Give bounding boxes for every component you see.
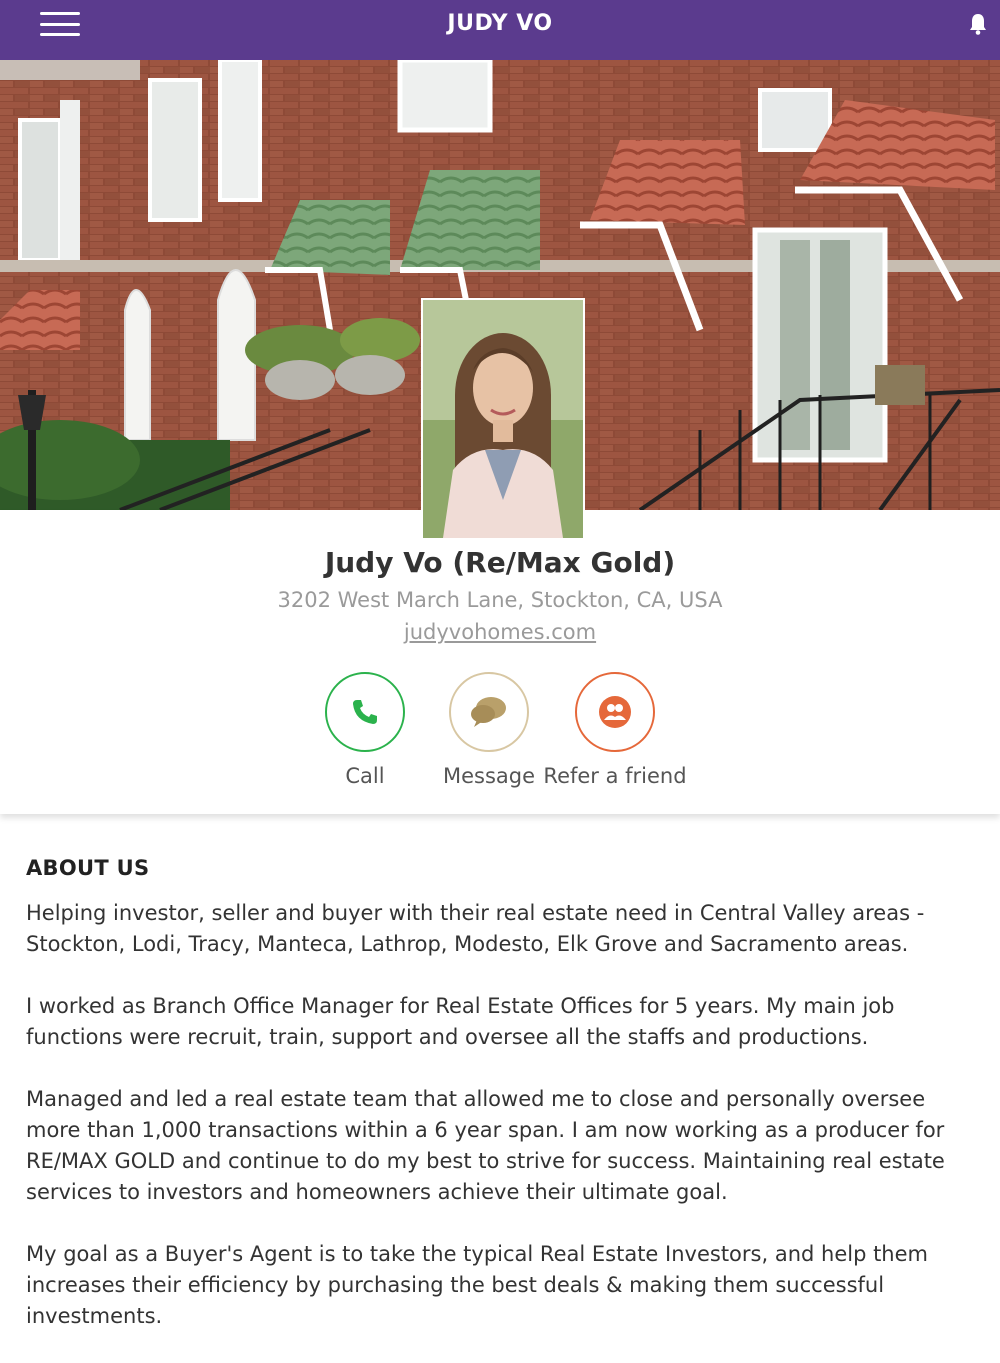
about-section: ABOUT US Helping investor, seller and bu… — [26, 856, 976, 1363]
action-buttons: Call Message Refer a friend — [0, 672, 1000, 802]
refer-label: Refer a friend — [543, 764, 687, 788]
avatar — [421, 298, 585, 540]
refer-friend-button[interactable]: Refer a friend — [540, 672, 690, 788]
page-title: JUDY VO — [447, 10, 553, 36]
call-circle[interactable] — [325, 672, 405, 752]
about-paragraph: I worked as Branch Office Manager for Re… — [26, 994, 895, 1049]
about-paragraph: Managed and led a real estate team that … — [26, 1087, 945, 1204]
agent-address: 3202 West March Lane, Stockton, CA, USA — [277, 588, 723, 612]
agent-name: Judy Vo (Re/Max Gold) — [324, 546, 676, 579]
hamburger-menu-icon[interactable] — [40, 12, 80, 36]
app-header: JUDY VO — [0, 0, 1000, 60]
phone-icon — [353, 700, 377, 724]
about-heading: ABOUT US — [26, 856, 150, 880]
refer-circle[interactable] — [575, 672, 655, 752]
people-icon — [599, 696, 631, 728]
chat-bubbles-icon — [471, 697, 506, 727]
website-link-wrapper: judyvohomes.com — [0, 620, 1000, 644]
message-circle[interactable] — [449, 672, 529, 752]
about-paragraph: Helping investor, seller and buyer with … — [26, 901, 925, 956]
bell-icon[interactable] — [968, 12, 988, 36]
website-link[interactable]: judyvohomes.com — [404, 620, 596, 644]
about-paragraph: My goal as a Buyer's Agent is to take th… — [26, 1242, 928, 1328]
